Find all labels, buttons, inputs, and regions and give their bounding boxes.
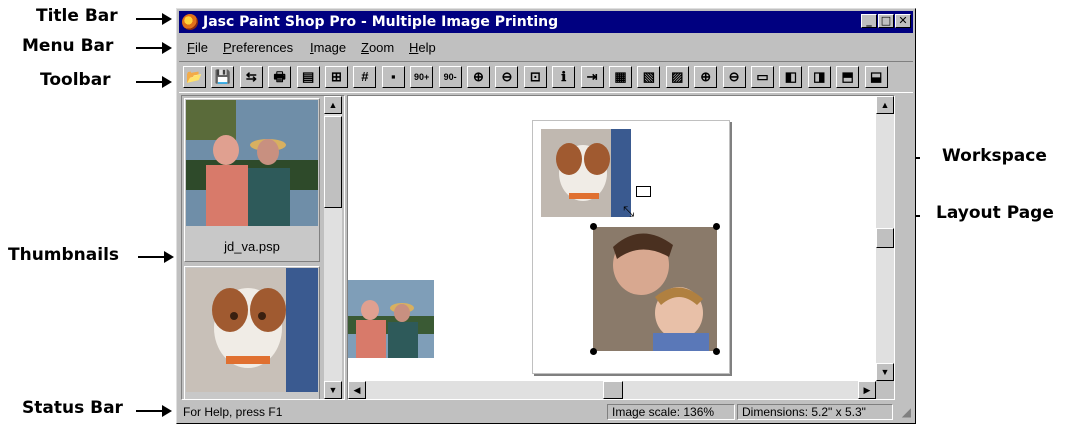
page-setup-icon[interactable]: ▤ [296,66,320,88]
scroll-down-button[interactable]: ▼ [324,381,342,399]
menu-help-accel: H [409,40,419,55]
menu-help-label: elp [418,40,436,55]
status-bar: For Help, press F1 Image scale: 136% Dim… [179,403,913,421]
menu-file-label: ile [194,40,208,55]
workspace-callout: Workspace [942,146,1047,166]
menu-preferences[interactable]: Preferences [223,40,293,55]
toolbar: 📂 💾 ⇆ 🖶 ▤ ⊞ # ▪ 90+ 90- ⊕ ⊖ ⊡ ℹ ⇥ ▦ ▧ ▨ ⊕ ⊖ ▭ ◧ ◨ ⬒ ⬓ [179,61,913,93]
workspace-vertical-scrollbar[interactable]: ▲ ▼ [876,96,894,381]
menu-zoom[interactable]: Zoom [361,40,394,55]
print-icon[interactable]: 🖶 [268,66,292,88]
scroll-thumb[interactable] [324,116,342,208]
thumbnail-image-dog [186,268,318,392]
scroll-thumb[interactable] [603,381,623,399]
thumbnail-card[interactable] [184,266,320,399]
rotate-left-icon[interactable]: 90- [438,66,462,88]
import-icon[interactable]: ⇥ [580,66,604,88]
fit-height-icon[interactable]: ▨ [665,66,689,88]
status-image-scale: Image scale: 136% [607,404,735,420]
scrollbar-corner [876,381,894,399]
scroll-up-button[interactable]: ▲ [876,96,894,114]
loose-image-couple[interactable] [348,280,434,358]
cursor-tooltip-box [636,186,651,197]
window-title: Jasc Paint Shop Pro - Multiple Image Pri… [203,14,559,30]
align-right-icon[interactable]: ◨ [807,66,831,88]
zoom-in-icon[interactable]: ⊕ [467,66,490,88]
page-image-dog[interactable] [541,129,631,217]
maximize-button[interactable]: □ [878,14,894,28]
status-bar-arrow [136,405,172,417]
align-top-icon[interactable]: ⬒ [836,66,860,88]
resize-handle[interactable] [713,348,720,355]
title-bar[interactable]: Jasc Paint Shop Pro - Multiple Image Pri… [179,11,913,33]
resize-handle[interactable] [590,348,597,355]
app-window: Jasc Paint Shop Pro - Multiple Image Pri… [176,8,916,424]
scroll-right-button[interactable]: ▶ [858,381,876,399]
menu-bar-arrow [136,42,172,54]
resize-handle[interactable] [590,223,597,230]
zoom-out-icon[interactable]: ⊖ [495,66,519,88]
fit-width-icon[interactable]: ▧ [637,66,661,88]
menu-file[interactable]: File [187,40,208,55]
menu-bar: File Preferences Image Zoom Help [179,36,913,58]
page-image-portrait[interactable] [593,227,717,351]
info-icon[interactable]: ℹ [552,66,576,88]
resize-cursor-icon: ⤡ [623,203,635,219]
open-icon[interactable]: 📂 [183,66,206,88]
thumbnails-arrow [138,251,174,263]
layout-page[interactable]: ⤡ [532,120,730,374]
thumbnail-pane: jd_va.psp ▲ ▼ [181,95,345,400]
workspace[interactable]: ⤡ ▲ ▼ ◀ ▶ [347,95,895,400]
menu-help[interactable]: Help [409,40,436,55]
menu-image[interactable]: Image [310,40,346,55]
thumbnail-scrollbar[interactable]: ▲ ▼ [324,96,342,399]
template-icon[interactable]: ⇆ [239,66,263,88]
shrink-icon[interactable]: ⊖ [722,66,746,88]
menu-image-label: mage [313,40,347,55]
status-bar-callout: Status Bar [22,398,123,418]
menu-zoom-accel: Z [361,40,369,55]
menu-zoom-label: oom [368,40,395,55]
size-grip-icon[interactable]: ◢ [902,405,911,419]
align-bottom-icon[interactable]: ⬓ [864,66,888,88]
thumbnail-card[interactable]: jd_va.psp [184,98,320,262]
toolbar-arrow [136,76,172,88]
scroll-down-button[interactable]: ▼ [876,363,894,381]
thumbnails-callout: Thumbnails [8,245,120,265]
save-icon[interactable]: 💾 [211,66,235,88]
fit-page-icon[interactable]: ▦ [609,66,632,88]
zoom-full-icon[interactable]: ⊡ [523,66,547,88]
snap-icon[interactable]: ▪ [381,66,405,88]
minimize-button[interactable]: _ [861,14,877,28]
thumbnail-image-couple [186,100,318,226]
scroll-up-button[interactable]: ▲ [324,96,342,114]
title-bar-callout: Title Bar [36,6,118,26]
close-button[interactable]: ✕ [895,14,911,28]
grid-icon[interactable]: # [353,66,377,88]
arrange-icon[interactable]: ⊞ [325,66,348,88]
resize-handle[interactable] [713,223,720,230]
title-bar-arrow [136,13,172,25]
center-icon[interactable]: ▭ [751,66,774,88]
enlarge-icon[interactable]: ⊕ [694,66,718,88]
menu-bar-callout: Menu Bar [22,36,114,56]
workspace-horizontal-scrollbar[interactable]: ◀ ▶ [348,381,876,399]
menu-file-accel: F [187,40,195,55]
menu-preferences-label: references [231,40,294,55]
menu-preferences-accel: P [223,40,232,55]
scroll-thumb[interactable] [876,228,894,248]
thumbnail-label: jd_va.psp [224,239,280,254]
status-help-text: For Help, press F1 [183,405,283,419]
status-dimensions: Dimensions: 5.2" x 5.3" [737,404,893,420]
toolbar-callout: Toolbar [40,70,111,90]
layout-page-callout: Layout Page [936,203,1054,223]
scroll-left-button[interactable]: ◀ [348,381,366,399]
align-left-icon[interactable]: ◧ [779,66,803,88]
rotate-right-icon[interactable]: 90+ [410,66,434,88]
app-logo-icon[interactable] [182,14,198,30]
